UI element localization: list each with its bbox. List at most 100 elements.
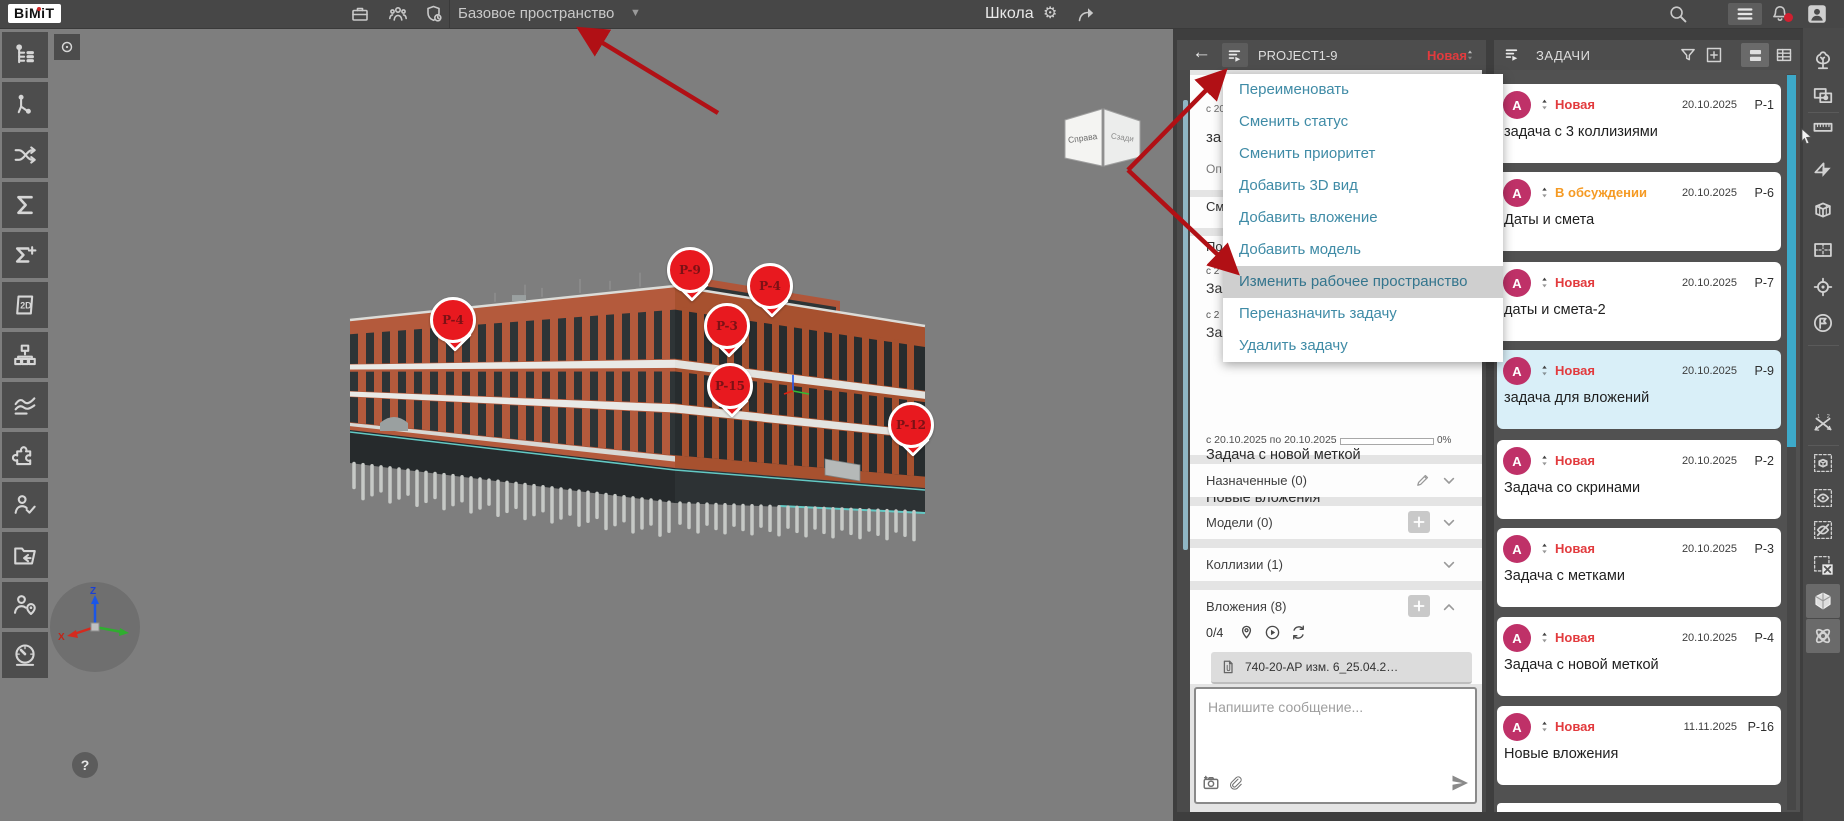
view-cube[interactable]: Справа Сзади (1062, 106, 1142, 170)
help-button[interactable]: ? (72, 752, 98, 778)
context-menu-item[interactable]: Удалить задачу (1223, 330, 1503, 362)
tool-show-box-button[interactable] (1806, 481, 1840, 515)
chevron-down-icon[interactable]: ▼ (630, 0, 641, 28)
tool-shuffle-button[interactable] (2, 132, 48, 178)
section-assignees[interactable]: Назначенные (0) (1190, 464, 1482, 497)
context-menu-item[interactable]: Переназначить задачу (1223, 298, 1503, 330)
gear-icon[interactable]: ⚙ (1043, 0, 1057, 28)
table-view-icon[interactable] (1775, 46, 1793, 64)
tool-flag-button[interactable] (1806, 306, 1840, 340)
tool-hide-box-button[interactable] (1806, 513, 1840, 547)
model-pin[interactable]: P-4 (747, 263, 793, 325)
tool-sheet-2d-button[interactable]: 2D (2, 282, 48, 328)
tool-folder-share-button[interactable] (2, 532, 48, 578)
tool-clip-box-button[interactable] (1806, 193, 1840, 227)
tool-isolate-box-button[interactable] (1806, 446, 1840, 480)
axis-gizmo[interactable]: Z X (50, 582, 140, 672)
app-logo[interactable]: BiMiT (8, 4, 61, 23)
tool-floorplan-button[interactable] (1806, 233, 1840, 267)
task-detail-header: ← PROJECT1-9 Новая (1177, 40, 1486, 70)
share-icon[interactable] (1076, 4, 1096, 24)
team-icon[interactable] (388, 4, 408, 24)
tool-tree-button[interactable] (1806, 43, 1840, 77)
map-pin-icon[interactable] (1238, 624, 1255, 641)
schedule-task-title[interactable]: Задача с новой меткой (1206, 447, 1361, 463)
attachment-chip[interactable]: 740-20-АР изм. 6_25.04.2… (1211, 652, 1472, 684)
priority-icon[interactable] (1464, 48, 1476, 62)
context-menu-item[interactable]: Сменить статус (1223, 106, 1503, 138)
add-task-icon[interactable] (1705, 46, 1723, 64)
task-card[interactable]: A Новая 11.11.2025 P-16 Новые вложения (1497, 706, 1781, 785)
tool-clear-selection-box-button[interactable] (1806, 548, 1840, 582)
model-pin[interactable]: P-9 (667, 247, 713, 309)
model-pin[interactable]: P-4 (430, 297, 476, 359)
tool-target-button[interactable] (1806, 270, 1840, 304)
chevron-up-icon[interactable] (1441, 599, 1457, 615)
search-icon[interactable] (1668, 4, 1688, 24)
tool-capture-button[interactable] (1806, 78, 1840, 112)
section-attachments[interactable]: Вложения (8) 0/4 740-20-АР изм. 6_25.04.… (1190, 590, 1482, 684)
tasks-menu-icon[interactable] (1504, 46, 1521, 63)
attach-icon[interactable] (1227, 775, 1243, 791)
sync-icon[interactable] (1290, 624, 1307, 641)
briefcase-icon[interactable] (350, 4, 370, 24)
camera-icon[interactable] (1202, 774, 1220, 792)
add-model-button[interactable] (1408, 511, 1430, 533)
pin-label: P-15 (707, 363, 753, 409)
add-attachment-button[interactable] (1408, 595, 1430, 617)
model-pin[interactable]: P-15 (707, 363, 753, 425)
context-menu-item[interactable]: Сменить приоритет (1223, 138, 1503, 170)
workspace-selector[interactable]: Базовое пространство (458, 0, 614, 28)
occluded-text: с 2 (1206, 266, 1220, 277)
tool-point-link-button[interactable] (2, 82, 48, 128)
chevron-down-icon[interactable] (1441, 473, 1457, 489)
tool-puzzle-button[interactable] (2, 432, 48, 478)
tool-cube-button[interactable] (1806, 584, 1840, 618)
building-model[interactable] (280, 263, 940, 548)
play-icon[interactable] (1264, 624, 1281, 641)
profile-icon[interactable] (1806, 3, 1828, 25)
tool-trend-lines-button[interactable] (2, 382, 48, 428)
task-card[interactable]: A Новая 20.10.2025 P-3 Задача с метками (1497, 528, 1781, 607)
task-card[interactable]: A Новая 20.10.2025 P-7 даты и смета-2 (1497, 262, 1781, 341)
model-pin[interactable]: P-3 (704, 303, 750, 365)
tool-measure-button[interactable]: 12 (1806, 407, 1840, 441)
tool-person-check-button[interactable] (2, 482, 48, 528)
tasks-scrollbar-thumb[interactable] (1787, 75, 1796, 447)
task-card[interactable]: A Новая 20.10.2025 P-2 Задача со скринами (1497, 440, 1781, 519)
tool-org-chart-button[interactable] (2, 332, 48, 378)
list-icon[interactable] (1728, 3, 1762, 25)
edit-icon[interactable] (1415, 472, 1431, 488)
context-menu-item[interactable]: Добавить вложение (1223, 202, 1503, 234)
tool-sigma-plus-button[interactable] (2, 232, 48, 278)
tool-sigma-button[interactable] (2, 182, 48, 228)
send-icon[interactable] (1450, 773, 1470, 793)
shield-clock-icon[interactable] (424, 4, 444, 24)
section-collisions[interactable]: Коллизии (1) (1190, 548, 1482, 581)
chevron-down-icon[interactable] (1441, 557, 1457, 573)
list-view-button[interactable] (1741, 43, 1769, 67)
section-models[interactable]: Модели (0) (1190, 506, 1482, 539)
task-card[interactable]: A Новая 20.10.2025 P-9 задача для вложений (1497, 350, 1781, 429)
task-card[interactable]: A В обсуждении 20.10.2025 P-6 Даты и смета (1497, 172, 1781, 251)
tool-gauge-button[interactable] (2, 632, 48, 678)
orbit-icon (1812, 625, 1834, 647)
chevron-down-icon[interactable] (1441, 515, 1457, 531)
tool-section-flip-button[interactable] (1806, 153, 1840, 187)
filter-icon[interactable] (1679, 46, 1697, 64)
task-menu-button[interactable] (1222, 43, 1248, 67)
tool-orbit-button[interactable] (1806, 619, 1840, 653)
context-menu-item[interactable]: Добавить модель (1223, 234, 1503, 266)
back-icon[interactable]: ← (1192, 42, 1211, 64)
context-menu-item[interactable]: Добавить 3D вид (1223, 170, 1503, 202)
context-menu-item[interactable]: Изменить рабочее пространство (1223, 266, 1503, 298)
tool-person-location-button[interactable] (2, 582, 48, 628)
context-menu-item[interactable]: Переименовать (1223, 74, 1503, 106)
focus-button[interactable] (54, 34, 80, 60)
tool-structure-tree-button[interactable] (2, 32, 48, 78)
panel-scrollbar[interactable] (1183, 100, 1188, 550)
task-card[interactable]: A Новая 20.10.2025 P-4 Задача с новой меткой (1497, 617, 1781, 696)
pin-label: P-9 (667, 247, 713, 293)
task-card[interactable]: A Новая 20.10.2025 P-1 задача с 3 коллизиями (1497, 84, 1781, 163)
model-pin[interactable]: P-12 (888, 402, 934, 464)
